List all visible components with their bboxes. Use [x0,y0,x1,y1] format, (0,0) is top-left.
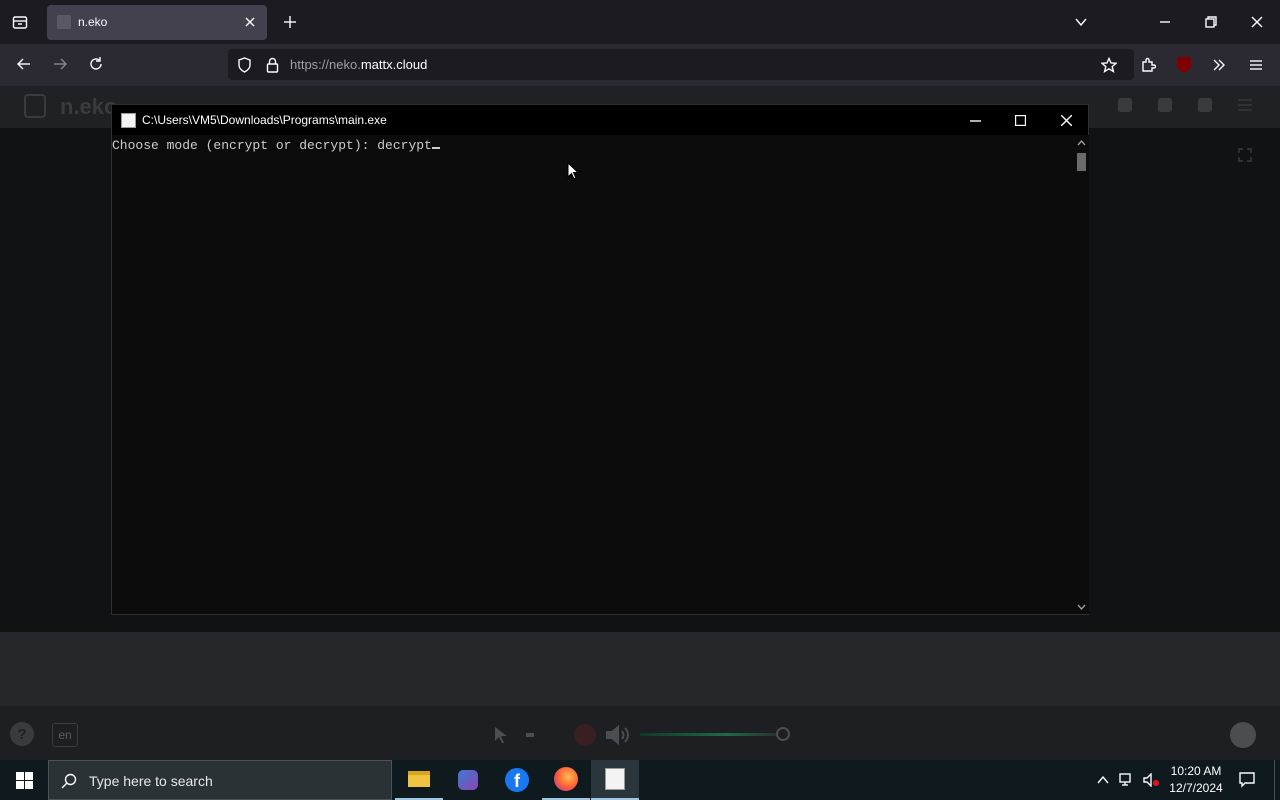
network-icon[interactable] [1117,770,1137,790]
facebook-icon[interactable]: f [493,760,541,800]
ublock-origin-icon[interactable] [1177,57,1191,72]
fullscreen-icon[interactable] [1236,146,1254,164]
console-title: C:\Users\VM5\Downloads\Programs\main.exe [142,113,387,127]
neko-lock-icon[interactable] [1158,98,1172,112]
tab-list-icon[interactable] [8,10,32,34]
scroll-down-icon[interactable] [1076,601,1087,612]
console-window[interactable]: C:\Users\VM5\Downloads\Programs\main.exe… [111,104,1089,615]
file-explorer-icon[interactable] [395,760,443,800]
app-menu-icon[interactable] [1244,53,1268,77]
console-scrollbar[interactable] [1074,135,1089,614]
notification-icon[interactable] [1236,769,1258,791]
tab-title: n.eko [78,15,108,29]
window-minimize-icon[interactable] [1150,8,1180,36]
more-tools-icon[interactable] [1207,53,1231,77]
neko-logo-text: n.eko [60,94,118,119]
clock-date: 12/7/2024 [1169,781,1223,795]
scroll-up-icon[interactable] [1076,137,1087,148]
new-tab-icon[interactable] [279,11,301,33]
volume-icon[interactable] [604,722,636,748]
search-icon [59,771,79,791]
console-maximize-icon[interactable] [1005,107,1035,133]
console-minimize-icon[interactable] [960,107,990,133]
console-output[interactable]: Choose mode (encrypt or decrypt): decryp… [112,135,1074,614]
forward-icon[interactable] [48,52,72,76]
windows-start-icon[interactable] [0,760,48,800]
console-cursor [431,147,440,149]
pointer-icon[interactable] [490,724,512,746]
console-line-text: Choose mode (encrypt or decrypt): decryp… [112,138,432,153]
console-title-bar[interactable]: C:\Users\VM5\Downloads\Programs\main.exe [112,105,1088,135]
language-button[interactable]: en [52,723,78,747]
neko-host-icon[interactable] [1118,98,1132,112]
scrollbar-thumb[interactable] [1077,153,1086,171]
list-all-tabs-icon[interactable] [1070,11,1092,33]
keyboard-icon[interactable] [526,733,534,737]
help-icon[interactable]: ? [10,722,34,746]
bookmark-star-icon[interactable] [1097,53,1121,77]
tray-overflow-icon[interactable] [1093,770,1113,790]
firefox-icon[interactable] [542,760,590,800]
console-app-icon [121,113,136,128]
console-line: Choose mode (encrypt or decrypt): decryp… [112,138,440,153]
tab-favicon-icon [57,15,71,29]
browser-tab-bar: n.eko [0,0,1280,44]
neko-status-strip [0,632,1280,706]
volume-slider-track[interactable] [640,733,784,736]
volume-muted-icon[interactable] [1141,770,1161,790]
windows-taskbar: Type here to search f 10:20 AM 12/7/2024 [0,760,1280,800]
mouse-pointer-icon [567,161,580,185]
tab-close-icon[interactable] [241,13,259,31]
clock-time: 10:20 AM [1170,764,1222,778]
url-text: https://neko.mattx.cloud [290,57,428,72]
console-close-icon[interactable] [1051,107,1081,133]
copilot-icon[interactable] [444,760,492,800]
neko-menu-icon[interactable] [1236,96,1254,114]
window-close-icon[interactable] [1242,8,1272,36]
tab-neko[interactable]: n.eko [47,5,267,40]
lock-icon[interactable] [262,55,282,75]
clock[interactable]: 10:20 AM 12/7/2024 [1160,763,1232,797]
neko-member-icon[interactable] [1198,98,1212,112]
back-icon[interactable] [12,52,36,76]
search-placeholder: Type here to search [89,773,213,789]
taskbar-search[interactable]: Type here to search [48,760,392,800]
show-desktop-button[interactable] [1274,760,1280,800]
neko-logo-icon [24,94,46,118]
extensions-icon[interactable] [1136,53,1160,77]
window-restore-icon[interactable] [1196,8,1226,36]
console-app-taskbar-icon[interactable] [591,760,639,800]
reload-icon[interactable] [84,52,108,76]
record-icon[interactable] [574,724,596,746]
volume-slider-thumb[interactable] [776,727,790,741]
url-bar[interactable]: https://neko.mattx.cloud [228,49,1134,80]
tracking-protection-icon[interactable] [234,55,254,75]
emoji-icon[interactable] [1230,722,1256,748]
